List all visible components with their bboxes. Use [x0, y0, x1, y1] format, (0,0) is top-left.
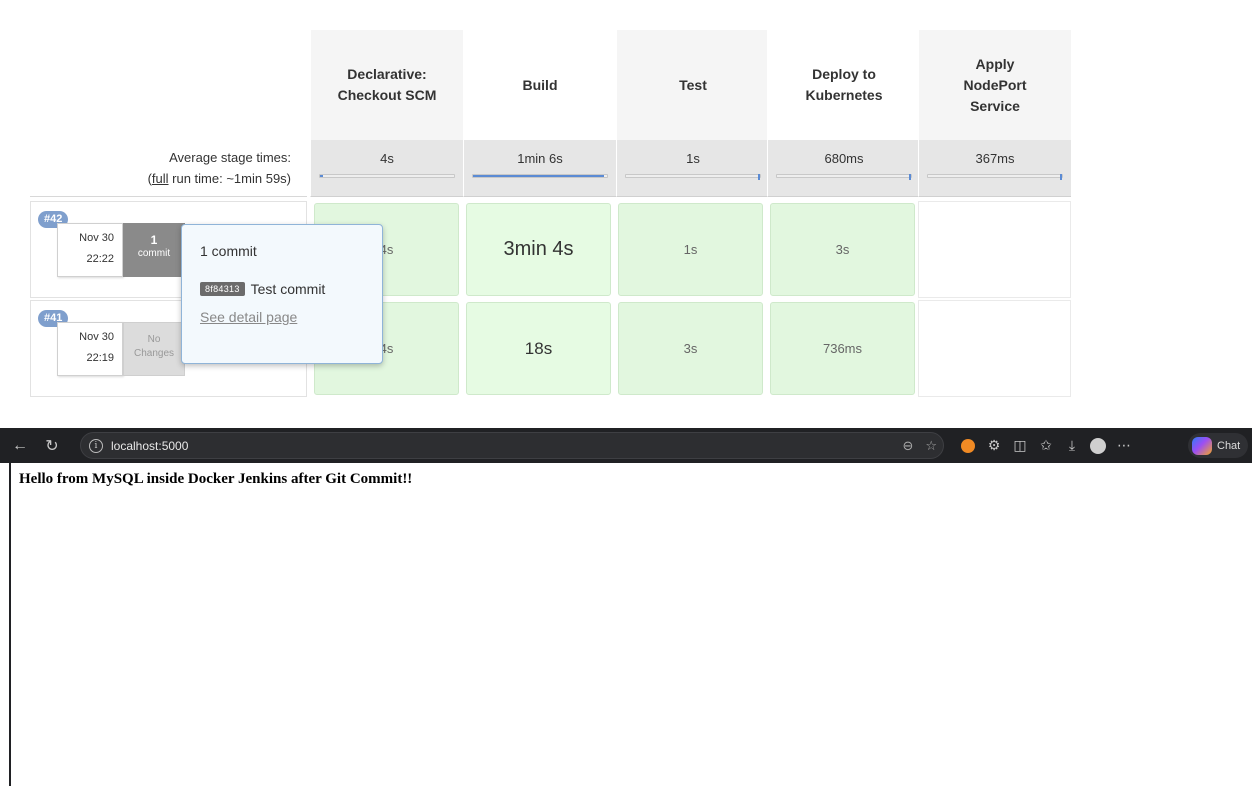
stage-cell-41-test[interactable]: 3s [618, 302, 763, 395]
chat-label: Chat [1217, 439, 1241, 452]
stage-time: 1s [683, 242, 698, 257]
popup-title: 1 commit [200, 243, 257, 259]
avg-time-checkout: 4s [310, 140, 463, 197]
popup-commit-entry: 8f84313 Test commit [200, 281, 382, 297]
avg-time-deploy-value: 680ms [824, 151, 864, 166]
changes-label: Changes [133, 348, 175, 359]
full-run-time: (full run time: ~1min 59s) [30, 168, 291, 189]
copilot-chat-button[interactable]: Chat [1188, 433, 1248, 458]
stage-time: 736ms [822, 341, 863, 356]
run-date-day: Nov 30 [79, 331, 114, 343]
avg-bar-checkout [319, 174, 455, 178]
no-changes-box: No Changes [123, 322, 185, 376]
avg-time-deploy: 680ms [767, 140, 920, 197]
stage-cell-41-build[interactable]: 18s [466, 302, 611, 395]
avg-time-test: 1s [616, 140, 769, 197]
avg-time-nodeport-value: 367ms [975, 151, 1015, 166]
stage-cell-42-nodeport [918, 201, 1071, 298]
stage-cell-41-deploy[interactable]: 736ms [770, 302, 915, 395]
extension-icon[interactable] [961, 438, 975, 453]
stage-header-nodeport-label: Apply NodePort Service [963, 55, 1027, 114]
avg-label-text: Average stage times: [169, 150, 291, 165]
jenkins-stage-view: Declarative: Checkout SCM Build Test Dep… [0, 0, 1252, 400]
back-icon[interactable]: ← [8, 437, 32, 455]
stage-header-nodeport: Apply NodePort Service [918, 30, 1071, 140]
stage-header-checkout-label: Declarative: Checkout SCM [337, 66, 437, 103]
address-bar[interactable]: i localhost:5000 ⊖ ☆ [80, 432, 944, 459]
stage-header-checkout: Declarative: Checkout SCM [310, 30, 463, 140]
stage-time: 3s [683, 341, 698, 356]
stage-cell-42-deploy[interactable]: 3s [770, 203, 915, 296]
stage-cell-42-build[interactable]: 3min 4s [466, 203, 611, 296]
url-text[interactable]: localhost:5000 [111, 439, 188, 453]
copilot-icon [1192, 436, 1212, 455]
changes-count: No [147, 334, 161, 345]
average-stage-times-label: Average stage times: (full run time: ~1m… [30, 140, 307, 197]
avg-time-checkout-value: 4s [380, 151, 394, 166]
avg-bar-build-fill [473, 175, 605, 177]
avg-time-test-value: 1s [686, 151, 700, 166]
avg-time-build: 1min 6s [463, 140, 616, 197]
page-heading-text: Hello from MySQL inside Docker Jenkins a… [19, 471, 413, 487]
stage-cell-42-test[interactable]: 1s [618, 203, 763, 296]
stage-header-deploy: Deploy to Kubernetes [767, 30, 920, 140]
avg-bar-deploy [776, 174, 912, 180]
zoom-icon[interactable]: ⊖ [902, 438, 913, 454]
split-screen-icon[interactable]: ◫ [1007, 437, 1033, 454]
star-icon[interactable]: ☆ [925, 438, 937, 454]
run-date-time: 22:19 [86, 352, 114, 364]
favorites-icon[interactable]: ✩ [1033, 437, 1059, 454]
run-date: Nov 30 22:22 [57, 223, 123, 277]
stage-header-build: Build [463, 30, 616, 140]
commit-popup: 1 commit 8f84313 Test commit See detail … [181, 224, 383, 364]
stage-header-build-label: Build [522, 76, 558, 93]
run-date-time: 22:22 [86, 253, 114, 265]
stage-cell-41-nodeport [918, 300, 1071, 397]
info-icon[interactable]: i [89, 438, 103, 453]
commit-hash: 8f84313 [200, 282, 245, 296]
puzzle-icon[interactable]: ⚙ [981, 437, 1007, 454]
avg-time-build-value: 1min 6s [517, 151, 563, 166]
run-date-day: Nov 30 [79, 232, 114, 244]
avg-bar-deploy-fill [909, 174, 911, 180]
changes-count: 1 [150, 233, 158, 247]
stage-time: 3s [835, 242, 850, 257]
more-icon[interactable]: ⋯ [1111, 437, 1137, 454]
commit-message: Test commit [250, 281, 326, 297]
changes-label: commit [137, 248, 171, 259]
stage-time: 18s [524, 338, 553, 358]
avg-bar-nodeport [927, 174, 1063, 180]
avg-bar-test-fill [758, 174, 760, 180]
address-bar-actions: ⊖ ☆ [902, 438, 937, 454]
refresh-icon[interactable]: ↻ [40, 436, 64, 456]
stage-header-test-label: Test [679, 76, 707, 93]
avg-bar-build [472, 174, 608, 178]
full-run-suffix: run time: ~1min 59s) [168, 171, 291, 186]
see-detail-page-link[interactable]: See detail page [200, 309, 297, 325]
avg-bar-nodeport-fill [1060, 174, 1062, 180]
browser-toolbar: ← ↻ i localhost:5000 ⊖ ☆ ⚙ ◫ ✩ ⤓ ⋯ Chat [0, 428, 1252, 463]
avg-time-nodeport: 367ms [918, 140, 1071, 197]
stage-header-deploy-label: Deploy to Kubernetes [805, 66, 883, 103]
changes-button[interactable]: 1 commit [123, 223, 185, 277]
stage-time: 3min 4s [503, 238, 574, 260]
toolbar-icons: ⚙ ◫ ✩ ⤓ ⋯ [955, 428, 1137, 463]
avg-bar-test [625, 174, 761, 180]
browser-page [9, 463, 1252, 786]
download-icon[interactable]: ⤓ [1059, 437, 1085, 454]
run-date: Nov 30 22:19 [57, 322, 123, 376]
stage-header-test: Test [616, 30, 769, 140]
full-link[interactable]: full [152, 171, 169, 186]
profile-icon[interactable] [1090, 437, 1106, 454]
avg-bar-checkout-fill [320, 175, 323, 177]
